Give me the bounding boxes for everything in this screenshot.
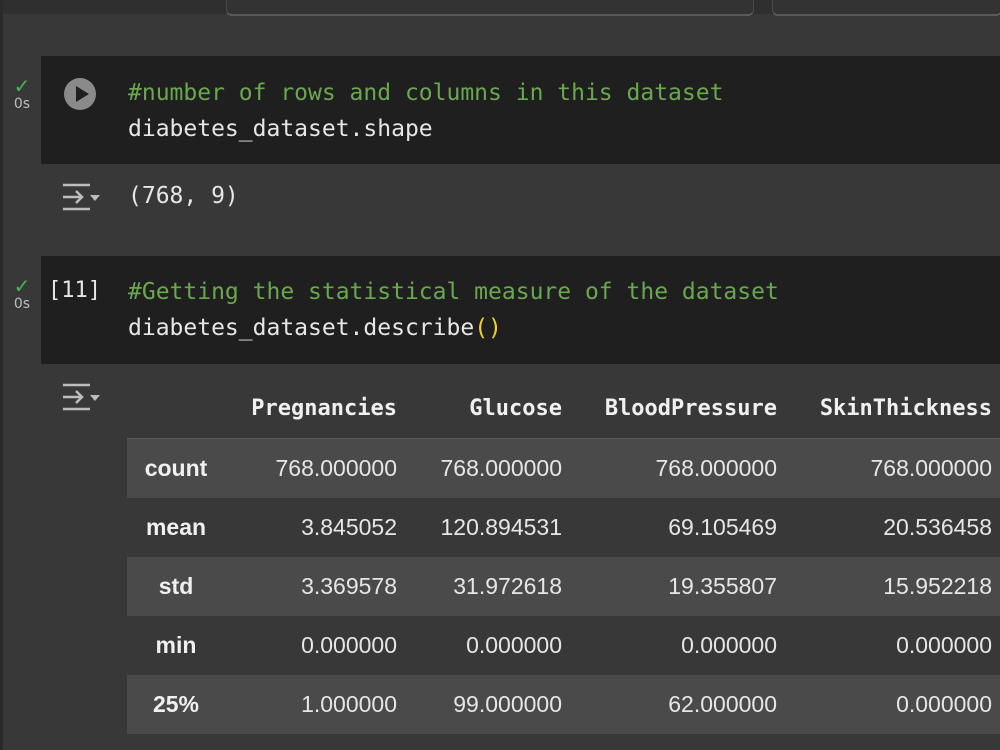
table-cell: 69.105469 bbox=[668, 514, 777, 540]
cell-2-code-parens: () bbox=[474, 315, 502, 341]
table-cell: 15.952218 bbox=[883, 573, 992, 599]
table-cell: 31.972618 bbox=[453, 573, 562, 599]
column-header-pregnancies: Pregnancies bbox=[251, 396, 397, 421]
notebook-view: ✓ 0s #number of rows and columns in this… bbox=[0, 0, 1000, 750]
table-row: mean 3.845052 120.894531 69.105469 20.53… bbox=[127, 498, 1000, 557]
cell-2-code-line: diabetes_dataset.describe() bbox=[128, 313, 502, 343]
cell-2-status: ✓ 0s bbox=[8, 276, 36, 312]
table-cell: 3.845052 bbox=[301, 514, 397, 540]
table-cell: 3.369578 bbox=[301, 573, 397, 599]
cell-1-code-line: diabetes_dataset.shape bbox=[128, 116, 433, 142]
cell-1-code-area[interactable] bbox=[41, 56, 1000, 164]
output-menu-icon[interactable] bbox=[60, 180, 102, 214]
check-icon: ✓ bbox=[13, 274, 31, 298]
row-index: count bbox=[144, 455, 208, 481]
table-row: std 3.369578 31.972618 19.355807 15.9522… bbox=[127, 557, 1000, 616]
cell-2-exec-time: 0s bbox=[13, 296, 31, 312]
table-cell: 768.000000 bbox=[440, 455, 562, 481]
table-row: count 768.000000 768.000000 768.000000 7… bbox=[127, 439, 1000, 498]
table-cell: 1.000000 bbox=[301, 691, 397, 717]
cell-2-code-call: diabetes_dataset.describe bbox=[128, 315, 475, 341]
table-cell: 0.000000 bbox=[896, 632, 992, 658]
row-index: min bbox=[155, 632, 197, 658]
output-menu-icon[interactable] bbox=[60, 380, 102, 414]
cell-2-code-area[interactable] bbox=[41, 256, 1000, 364]
table-cell: 768.000000 bbox=[655, 455, 777, 481]
cell-2-execution-count: [11] bbox=[48, 278, 101, 303]
table-cell: 0.000000 bbox=[896, 691, 992, 717]
table-cell: 62.000000 bbox=[668, 691, 777, 717]
table-cell: 768.000000 bbox=[275, 455, 397, 481]
table-cell: 768.000000 bbox=[870, 455, 992, 481]
column-header-skinthickness: SkinThickness bbox=[819, 396, 992, 421]
table-row: min 0.000000 0.000000 0.000000 0.000000 bbox=[127, 616, 1000, 675]
table-header: Pregnancies Glucose BloodPressure SkinTh… bbox=[127, 380, 1000, 439]
row-index: 25% bbox=[152, 691, 200, 717]
table-cell: 0.000000 bbox=[466, 632, 562, 658]
table-cell: 0.000000 bbox=[681, 632, 777, 658]
top-tab-left[interactable] bbox=[226, 0, 754, 16]
table-row: 25% 1.000000 99.000000 62.000000 0.00000… bbox=[127, 675, 1000, 734]
top-tab-right[interactable] bbox=[772, 0, 1000, 16]
table-cell: 20.536458 bbox=[883, 514, 992, 540]
table-cell: 99.000000 bbox=[453, 691, 562, 717]
table-cell: 120.894531 bbox=[440, 514, 562, 540]
cell-2-comment: #Getting the statistical measure of the … bbox=[128, 279, 779, 305]
cell-1-exec-time: 0s bbox=[13, 96, 31, 112]
toolbar-strip bbox=[0, 0, 1000, 16]
column-header-glucose: Glucose bbox=[469, 396, 562, 421]
table-cell: 19.355807 bbox=[668, 573, 777, 599]
cell-1-output: (768, 9) bbox=[128, 183, 239, 209]
row-index: std bbox=[158, 573, 194, 599]
column-header-bloodpressure: BloodPressure bbox=[604, 396, 777, 421]
play-circle-icon[interactable] bbox=[62, 76, 98, 112]
left-rail bbox=[0, 0, 3, 750]
row-index: mean bbox=[145, 514, 207, 540]
describe-output-table: Pregnancies Glucose BloodPressure SkinTh… bbox=[127, 380, 1000, 734]
table-cell: 0.000000 bbox=[301, 632, 397, 658]
cell-1-status: ✓ 0s bbox=[8, 76, 36, 112]
cell-1-comment: #number of rows and columns in this data… bbox=[128, 80, 724, 106]
check-icon: ✓ bbox=[13, 74, 31, 98]
